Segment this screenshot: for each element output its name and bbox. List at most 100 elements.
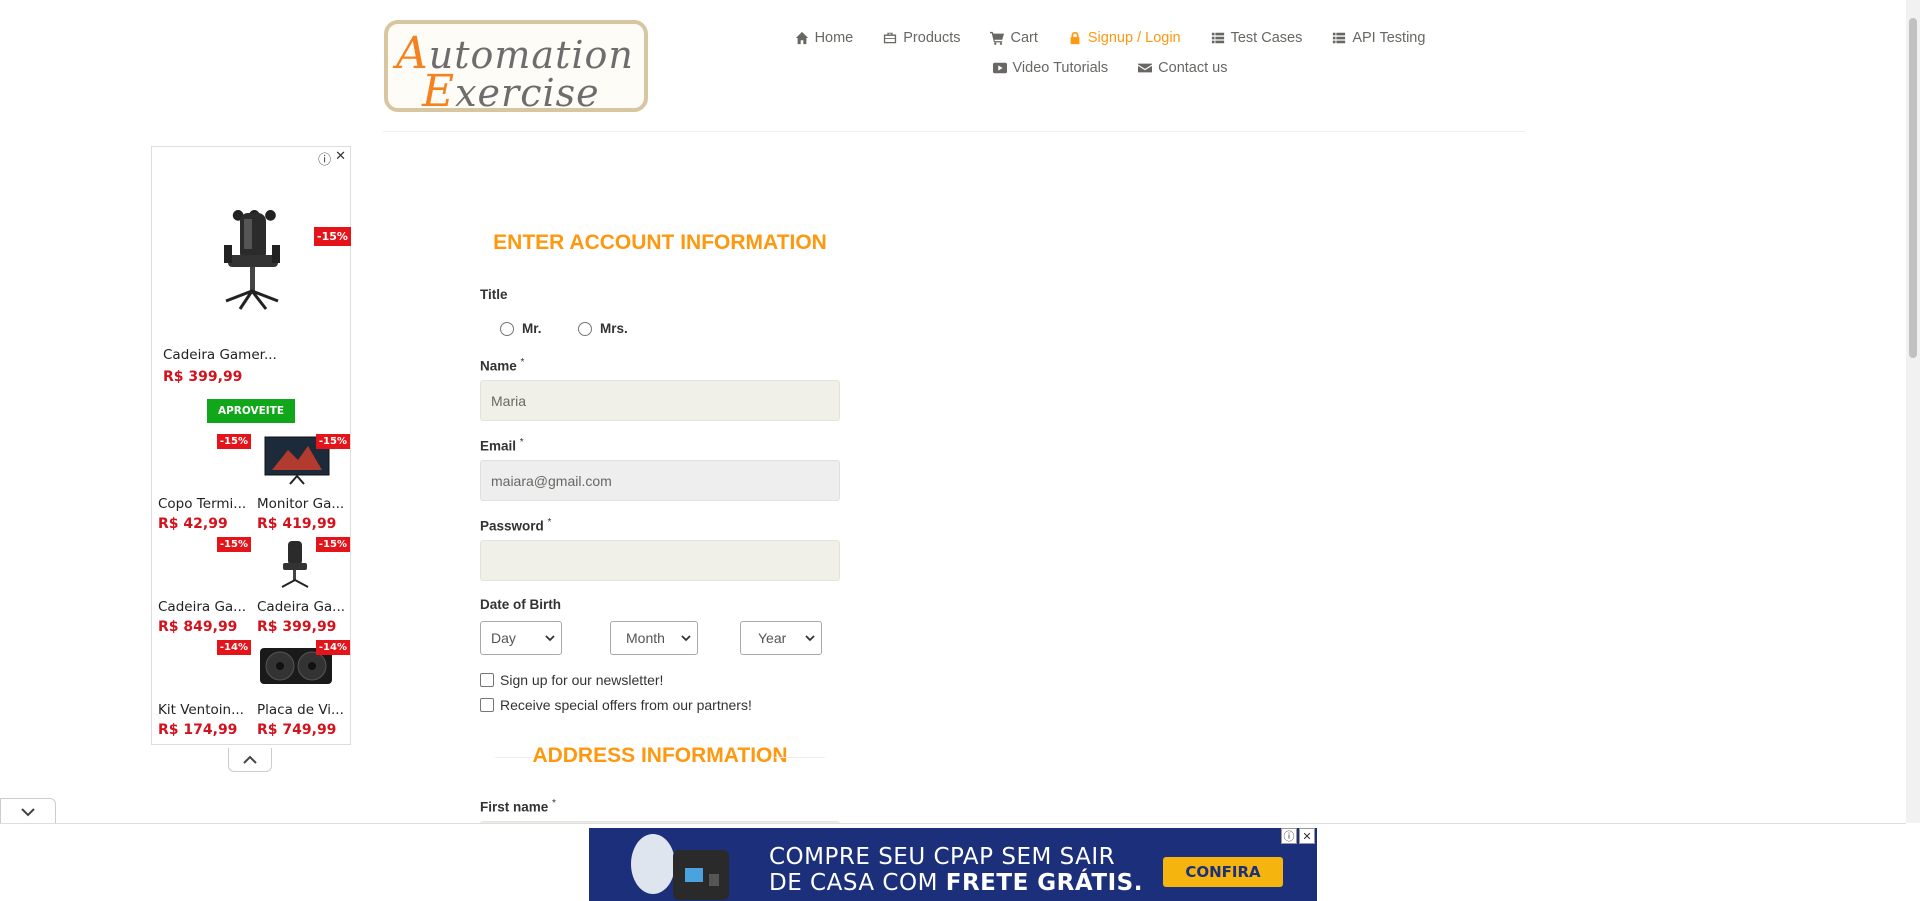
product-name: Monitor Ga...	[257, 496, 345, 512]
cart-icon	[990, 31, 1005, 45]
product-price: R$ 749,99	[257, 722, 337, 738]
title-mrs-radio[interactable]: Mrs.	[578, 321, 628, 336]
product-price: R$ 419,99	[257, 516, 337, 532]
name-input[interactable]	[480, 380, 840, 421]
ad-close-icon[interactable]: ✕	[335, 149, 346, 168]
account-info-heading: ENTER ACCOUNT INFORMATION	[493, 231, 827, 254]
nav-cart[interactable]: Cart	[975, 30, 1052, 46]
ad-collapse-button[interactable]	[228, 748, 272, 772]
nav-signup-login[interactable]: Signup / Login	[1053, 30, 1196, 46]
ad-controls: ⓘ ✕	[318, 149, 346, 168]
ad-headline: COMPRE SEU CPAP SEM SAIR DE CASA COM FRE…	[769, 844, 1143, 896]
product-name: Cadeira Ga...	[158, 599, 247, 615]
product-price: R$ 174,99	[158, 722, 238, 738]
nav-cart-label: Cart	[1010, 30, 1038, 46]
radio-button[interactable]	[578, 321, 592, 336]
scrollbar-thumb[interactable]	[1909, 18, 1917, 358]
ad-info-icon[interactable]: ⓘ	[318, 149, 331, 168]
cpap-device-image	[631, 834, 729, 900]
ad-headline-line-1: COMPRE SEU CPAP SEM SAIR	[769, 844, 1116, 870]
nav-test-cases-label: Test Cases	[1230, 30, 1303, 46]
email-input[interactable]	[480, 460, 840, 501]
lock-icon	[1070, 31, 1080, 45]
password-input[interactable]	[480, 540, 840, 581]
newsletter-checkbox-row[interactable]: Sign up for our newsletter!	[480, 672, 663, 688]
ad-product-card[interactable]: -14% Placa de Vi... R$ 749,99	[252, 640, 350, 743]
product-price: R$ 849,99	[158, 619, 238, 635]
discount-badge: -14%	[216, 640, 251, 655]
dob-day-select[interactable]: Day	[480, 621, 562, 655]
envelope-icon	[1138, 63, 1153, 73]
ad-product-card[interactable]: -15% Monitor Ga... R$ 419,99	[252, 434, 350, 537]
discount-badge: -14%	[315, 640, 350, 655]
dob-month-select[interactable]: Month	[610, 621, 698, 655]
nav-video-tutorials-label: Video Tutorials	[1012, 60, 1109, 76]
chevron-up-icon	[243, 755, 257, 764]
newsletter-checkbox[interactable]	[480, 673, 494, 687]
bottom-ad-toggle-button[interactable]	[0, 798, 56, 824]
dob-year-select[interactable]: Year	[740, 621, 822, 655]
gaming-chair-image[interactable]	[212, 205, 292, 315]
ad-product-card[interactable]: -15% Cadeira Ga... R$ 399,99	[252, 537, 350, 640]
product-price: R$ 399,99	[257, 619, 337, 635]
offers-label: Receive special offers from our partners…	[500, 697, 752, 713]
email-label: Email *	[480, 437, 524, 454]
divider	[775, 757, 825, 758]
dob-month-value: Month	[626, 630, 665, 646]
product-name: Copo Termi...	[158, 496, 247, 512]
nav-test-cases[interactable]: Test Cases	[1196, 30, 1318, 46]
offers-checkbox[interactable]	[480, 698, 494, 712]
ad-cta-button[interactable]: APROVEITE	[207, 399, 295, 423]
chevron-down-icon	[681, 635, 691, 642]
header-divider	[383, 131, 1525, 132]
list-icon	[1333, 32, 1346, 44]
discount-badge: -15%	[315, 537, 350, 552]
banner-controls: ⓘ ✕	[1281, 828, 1315, 844]
nav-video-tutorials[interactable]: Video Tutorials	[978, 60, 1124, 76]
ad-product-card[interactable]: -15% Cadeira Ga... R$ 849,99	[153, 537, 251, 640]
nav-home-label: Home	[814, 30, 854, 46]
main-nav: Home Products Cart Signup / Login Test C…	[780, 30, 1440, 76]
featured-discount-badge: -15%	[314, 227, 351, 246]
discount-badge: -15%	[315, 434, 350, 449]
ad-product-card[interactable]: -15% Copo Termi... R$ 42,99	[153, 434, 251, 537]
product-price: R$ 42,99	[158, 516, 228, 532]
ad-product-card[interactable]: -14% Kit Ventoin... R$ 174,99	[153, 640, 251, 743]
chevron-down-icon	[805, 635, 815, 642]
featured-product-price: R$ 399,99	[163, 369, 243, 385]
home-icon	[795, 31, 808, 45]
banner-close-icon[interactable]: ✕	[1299, 828, 1315, 844]
title-mr-radio[interactable]: Mr.	[500, 321, 542, 336]
nav-row-2: Video Tutorials Contact us	[780, 60, 1440, 76]
nav-contact-us-label: Contact us	[1158, 60, 1228, 76]
featured-product-name[interactable]: Cadeira Gamer...	[163, 347, 277, 363]
title-mrs-label: Mrs.	[600, 321, 628, 336]
nav-home[interactable]: Home	[780, 30, 869, 46]
nav-api-testing[interactable]: API Testing	[1317, 30, 1440, 46]
confira-button[interactable]: CONFIRA	[1163, 857, 1283, 887]
gaming-chair-image	[281, 541, 309, 588]
product-name: Kit Ventoin...	[158, 702, 244, 718]
nav-products[interactable]: Products	[868, 30, 975, 46]
vertical-scrollbar[interactable]	[1906, 0, 1920, 823]
products-icon	[884, 32, 897, 44]
name-label: Name *	[480, 357, 525, 374]
discount-badge: -15%	[216, 434, 251, 449]
newsletter-label: Sign up for our newsletter!	[500, 672, 664, 688]
product-name: Cadeira Ga...	[257, 599, 346, 615]
password-label: Password *	[480, 517, 552, 534]
site-logo[interactable]: Automation Exercise	[384, 20, 648, 117]
radio-button[interactable]	[500, 321, 514, 336]
banner-info-icon[interactable]: ⓘ	[1281, 828, 1297, 844]
address-info-heading: ADDRESS INFORMATION	[532, 744, 788, 767]
dob-year-value: Year	[758, 630, 787, 646]
nav-contact-us[interactable]: Contact us	[1123, 60, 1242, 76]
dob-label: Date of Birth	[480, 597, 561, 612]
cpap-ad-banner[interactable]: COMPRE SEU CPAP SEM SAIR DE CASA COM FRE…	[589, 828, 1317, 901]
title-mr-label: Mr.	[522, 321, 542, 336]
first-name-label: First name *	[480, 798, 556, 815]
left-ad-panel[interactable]: ⓘ ✕ ●●● -15% Cadeira Gamer... R$ 399,99 …	[151, 146, 351, 745]
offers-checkbox-row[interactable]: Receive special offers from our partners…	[480, 697, 752, 713]
chevron-down-icon	[21, 807, 35, 816]
title-label: Title	[480, 287, 508, 302]
